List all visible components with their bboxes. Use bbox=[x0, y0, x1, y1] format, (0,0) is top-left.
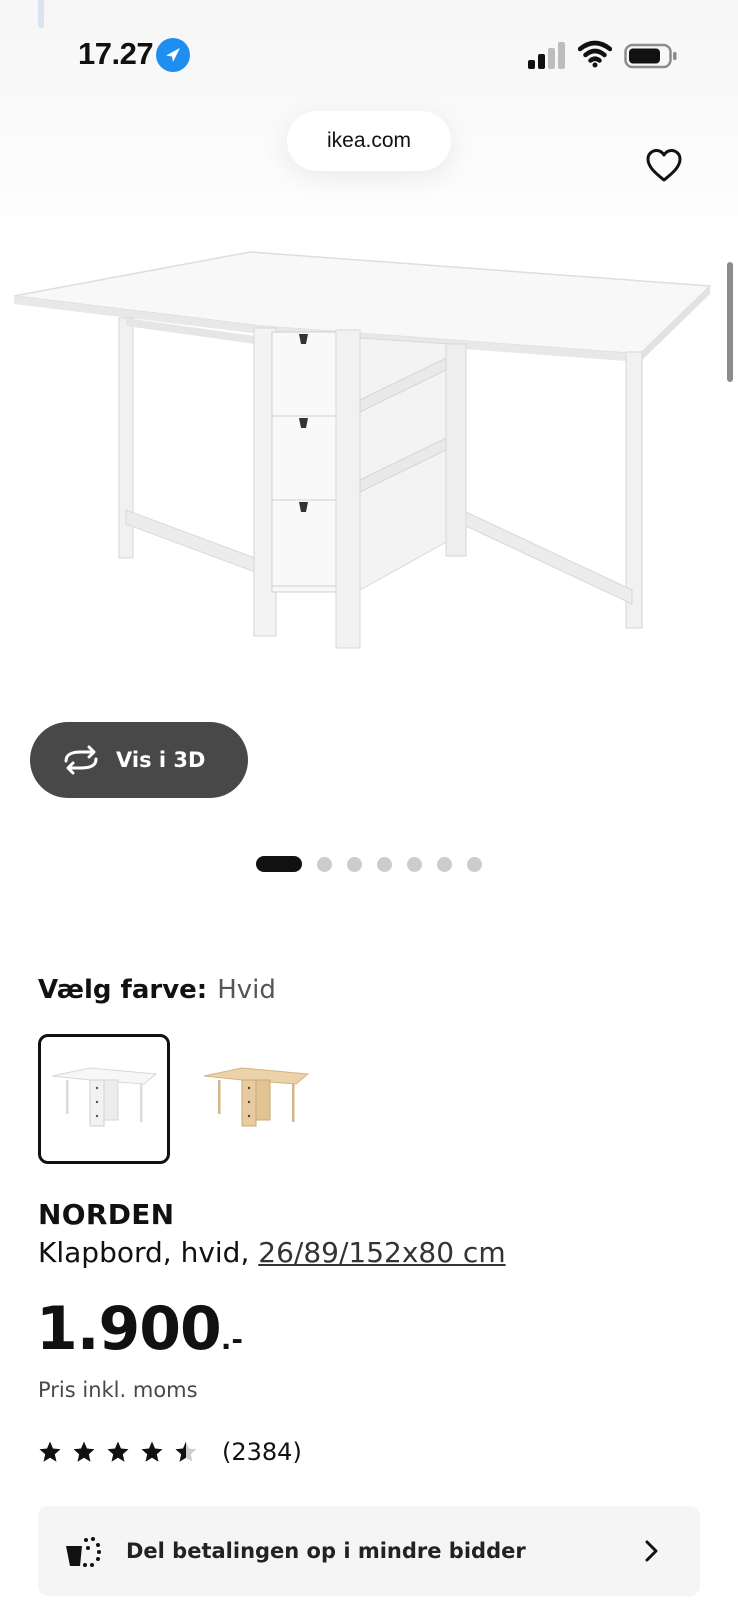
carousel-dot[interactable] bbox=[317, 856, 332, 872]
color-option-white[interactable] bbox=[38, 1034, 170, 1164]
star-icon bbox=[39, 1441, 61, 1462]
birch-table-thumbnail bbox=[203, 1067, 310, 1127]
rotate-3d-icon bbox=[64, 745, 98, 775]
location-arrow-icon bbox=[156, 38, 190, 72]
white-table-thumbnail bbox=[51, 1067, 158, 1127]
battery-icon bbox=[624, 43, 677, 69]
product-dimensions-link[interactable]: 26/89/152x80 cm bbox=[258, 1236, 505, 1269]
color-option-birch[interactable] bbox=[190, 1034, 322, 1164]
carousel-dot[interactable] bbox=[347, 856, 362, 872]
price-value: 1.900 bbox=[36, 1294, 222, 1364]
image-carousel-indicator[interactable] bbox=[256, 856, 497, 872]
carousel-dot[interactable] bbox=[467, 856, 482, 872]
chevron-right-icon bbox=[645, 1540, 658, 1562]
status-time: 17.27 bbox=[78, 36, 154, 71]
installment-label: Del betalingen op i mindre bidder bbox=[126, 1539, 526, 1563]
product-name: NORDEN bbox=[38, 1198, 175, 1231]
carousel-dot[interactable] bbox=[256, 856, 302, 872]
review-count: (2384) bbox=[222, 1438, 302, 1466]
installment-banner[interactable]: Del betalingen op i mindre bidder bbox=[38, 1506, 700, 1596]
product-rating[interactable]: (2384) bbox=[38, 1438, 302, 1466]
product-price: 1.900.- bbox=[36, 1294, 243, 1364]
view-3d-button[interactable]: Vis i 3D bbox=[30, 722, 248, 798]
star-icon bbox=[107, 1441, 129, 1462]
selected-color: Hvid bbox=[217, 975, 276, 1005]
heart-icon[interactable] bbox=[644, 146, 684, 186]
star-icon bbox=[73, 1441, 95, 1462]
cellular-signal-icon bbox=[528, 42, 565, 69]
view-3d-label: Vis i 3D bbox=[116, 748, 206, 772]
star-icon bbox=[141, 1441, 163, 1462]
product-type: Klapbord, hvid, bbox=[38, 1236, 259, 1269]
wifi-icon bbox=[578, 40, 612, 68]
url-bar[interactable]: ikea.com bbox=[287, 111, 451, 171]
color-label: Vælg farve: bbox=[38, 975, 208, 1005]
carousel-dot[interactable] bbox=[407, 856, 422, 872]
half-star-icon bbox=[175, 1441, 197, 1462]
status-bar: 17.27 bbox=[0, 0, 738, 110]
carousel-dot[interactable] bbox=[377, 856, 392, 872]
url-text: ikea.com bbox=[326, 129, 412, 152]
carousel-dot[interactable] bbox=[437, 856, 452, 872]
product-description: Klapbord, hvid, 26/89/152x80 cm bbox=[38, 1236, 506, 1269]
price-suffix: .- bbox=[220, 1323, 244, 1356]
installment-payment-icon bbox=[66, 1537, 101, 1567]
price-note: Pris inkl. moms bbox=[38, 1378, 198, 1402]
product-image-white-drop-leaf-table[interactable] bbox=[10, 240, 728, 680]
top-accent-bar bbox=[38, 0, 44, 28]
color-selector-heading: Vælg farve: Hvid bbox=[38, 975, 276, 1005]
